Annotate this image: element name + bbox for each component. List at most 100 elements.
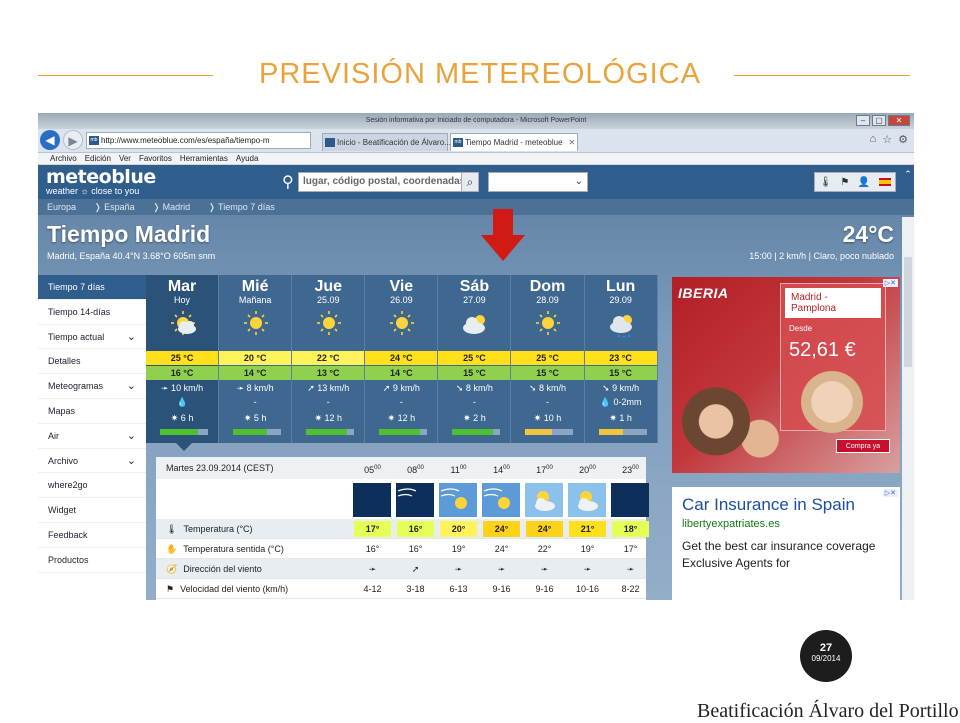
menu-item-favoritos[interactable]: Favoritos	[139, 153, 172, 164]
forward-button[interactable]: ▶	[63, 130, 83, 150]
chevron-down-icon[interactable]: ⌄	[127, 424, 136, 449]
day-column-vie[interactable]: Vie 26.09 24 °C 14 °C ➚ 9 km/h - ✷ 12 h	[365, 275, 439, 443]
thermometer-icon[interactable]: 🌡	[819, 177, 832, 188]
sidebar-item-detalles[interactable]: Detalles	[38, 349, 146, 375]
search-button[interactable]: ⌕	[461, 172, 479, 192]
chevron-down-icon[interactable]: ⌄	[127, 449, 136, 474]
tab-close-icon[interactable]: ✕	[569, 138, 576, 147]
hour-minutes: 00	[417, 465, 424, 471]
hourly-detail-table: Martes 23.09.2014 (CEST) 0500 0800 1100 140…	[156, 457, 649, 600]
location-search-input[interactable]: lugar, código postal, coordenadas	[298, 172, 478, 192]
meteoblue-logo[interactable]: meteoblue weather ☼ close to you	[46, 168, 156, 196]
row-label: 🌡 Temperatura (°C)	[166, 519, 253, 539]
sunshine-hours: ✷ 10 h	[533, 413, 562, 423]
buy-now-button[interactable]: Compra ya	[836, 439, 890, 453]
breadcrumb-espana[interactable]: ❭ España	[94, 199, 135, 215]
row-value-cell: 18°	[609, 519, 652, 539]
day-name: Sáb	[459, 278, 490, 295]
hourly-weather-icon	[353, 483, 391, 517]
hour-label: 1400	[480, 457, 523, 481]
home-icon[interactable]: ⌂	[870, 133, 877, 146]
hour-columns: 0500 0800 1100 1400 1700 2000 2300	[351, 457, 652, 481]
predictability-fill	[233, 429, 267, 435]
row-icon: 🌡	[166, 524, 178, 534]
sidebar-item-label: Feedback	[48, 529, 88, 540]
day-date: Mañana	[238, 295, 272, 305]
day-column-lun[interactable]: Lun 29.09 23 °C 15 °C ➘ 9 km/h 💧 0-2mm ✷ 1 h	[584, 275, 658, 443]
row-value: ➛	[583, 564, 592, 574]
menu-item-archivo[interactable]: Archivo	[50, 153, 77, 164]
day-column-mié[interactable]: Mié Mañana 20 °C 14 °C ➛ 8 km/h - ✷ 5 h	[219, 275, 293, 443]
min-temp: 14 °C	[365, 366, 438, 380]
window-close-button[interactable]: ✕	[888, 115, 910, 126]
row-values: 4-12 3-18 6-13 9-16 9-16 10-16 8-22	[351, 579, 652, 599]
scroll-up-arrow[interactable]: ⌃	[902, 169, 914, 183]
menu-item-edicion[interactable]: Edición	[85, 153, 111, 164]
sidebar-item-tiempo-actual[interactable]: Tiempo actual ⌄	[38, 325, 146, 350]
row-value: 24°	[483, 521, 520, 537]
day-date: Hoy	[174, 295, 191, 305]
sidebar-item-tiempo-7-d-as[interactable]: Tiempo 7 días	[38, 275, 146, 300]
sidebar-item-where2go[interactable]: where2go	[38, 473, 146, 499]
minimize-button[interactable]: –	[856, 115, 870, 126]
breadcrumb-tiempo[interactable]: ❭ Tiempo 7 días	[208, 199, 275, 215]
min-temp: 16 °C	[146, 366, 219, 380]
day-column-dom[interactable]: Dom 28.09 25 °C 15 °C ➘ 8 km/h - ✷ 10 h	[511, 275, 585, 443]
flag-icon[interactable]: ⚑	[840, 177, 849, 188]
address-bar[interactable]: mb http://www.meteoblue.com/es/españa/tie…	[86, 132, 311, 149]
sidebar-item-widget[interactable]: Widget	[38, 498, 146, 523]
insurance-ad[interactable]: ▷✕ Car Insurance in Spain libertyexpatri…	[672, 487, 900, 600]
sidebar-item-mapas[interactable]: Mapas	[38, 399, 146, 424]
row-value: ➛	[626, 564, 635, 574]
hourly-weather-icon	[611, 483, 649, 517]
predictability-bar	[233, 429, 282, 435]
sidebar-item-feedback[interactable]: Feedback	[38, 523, 146, 548]
row-value: 19°	[451, 544, 466, 554]
favorites-star-icon[interactable]: ☆	[882, 133, 892, 146]
breadcrumb-madrid[interactable]: ❭ Madrid	[153, 199, 191, 215]
user-icon[interactable]: 👤	[858, 177, 870, 188]
sidebar-item-air[interactable]: Air ⌄	[38, 424, 146, 449]
predictability-fill	[306, 429, 347, 435]
day-column-mar[interactable]: Mar Hoy 25 °C 16 °C ➛ 10 km/h 💧 ✷ 6 h	[146, 275, 220, 443]
min-temp: 15 °C	[511, 366, 584, 380]
location-select[interactable]: ⌄	[488, 172, 588, 192]
current-conditions: 15:00 | 2 km/h | Claro, poco nublado	[749, 251, 894, 261]
sidebar-item-tiempo-14-d-as[interactable]: Tiempo 14-días	[38, 300, 146, 325]
adchoices-icon[interactable]: ▷✕	[882, 489, 898, 497]
ad-url[interactable]: libertyexpatriates.es	[682, 518, 900, 530]
ad-title[interactable]: Car Insurance in Spain	[682, 493, 900, 516]
chevron-down-icon[interactable]: ⌄	[127, 374, 136, 399]
adchoices-icon[interactable]: ▷✕	[882, 279, 898, 287]
address-text: http://www.meteoblue.com/es/españa/tiemp…	[101, 136, 270, 145]
tab-inicio[interactable]: Inicio - Beatificación de Álvaro...	[322, 133, 451, 151]
sidebar-item-archivo[interactable]: Archivo ⌄	[38, 449, 146, 474]
back-button[interactable]: ◀	[40, 130, 60, 150]
hour-value: 20	[579, 465, 590, 475]
breadcrumb-europa[interactable]: Europa	[47, 199, 76, 215]
tab-meteoblue[interactable]: mb Tiempo Madrid - meteoblue ✕	[450, 133, 578, 151]
page-date: 09/2014	[811, 654, 841, 663]
sidebar-item-meteogramas[interactable]: Meteogramas ⌄	[38, 374, 146, 399]
menu-item-herramientas[interactable]: Herramientas	[180, 153, 228, 164]
iberia-logo: IBERIA	[678, 285, 729, 301]
chevron-down-icon[interactable]: ⌄	[127, 325, 136, 350]
detail-row: 🧭 Dirección del viento ➛ ➚ ➛ ➛ ➛ ➛ ➛	[156, 559, 646, 579]
settings-gear-icon[interactable]: ⚙	[898, 133, 908, 146]
sun-wind-icon	[439, 483, 477, 517]
iberia-ad[interactable]: IBERIA Madrid - Pamplona Desde 52,61 € C…	[672, 277, 900, 473]
menu-item-ver[interactable]: Ver	[119, 153, 131, 164]
spain-flag-icon[interactable]	[878, 178, 891, 186]
day-column-sáb[interactable]: Sáb 27.09 25 °C 15 °C ➘ 8 km/h - ✷ 2 h	[438, 275, 512, 443]
row-value: 17°	[354, 521, 391, 537]
scrollbar-thumb[interactable]	[904, 257, 912, 367]
day-column-jue[interactable]: Jue 25.09 22 °C 13 °C ➚ 13 km/h - ✷ 12 h	[292, 275, 366, 443]
max-temp: 23 °C	[584, 351, 657, 365]
sidebar-item-productos[interactable]: Productos	[38, 548, 146, 573]
sidebar-item-label: Tiempo 14-días	[48, 306, 111, 317]
hour-value: 17	[536, 465, 547, 475]
menu-item-ayuda[interactable]: Ayuda	[236, 153, 259, 164]
row-value: 16°	[365, 544, 380, 554]
page-scrollbar[interactable]: ⌄	[902, 217, 914, 600]
maximize-button[interactable]: ▢	[872, 115, 886, 126]
